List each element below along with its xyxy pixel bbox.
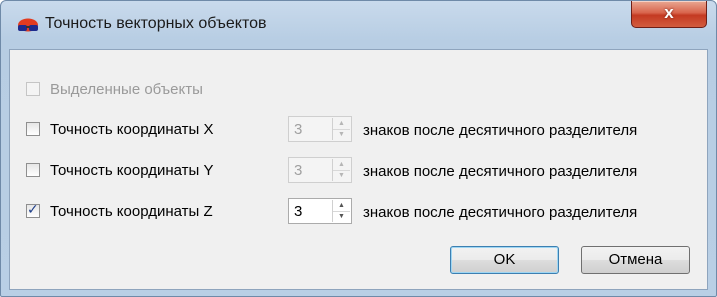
precision-y-spin-arrows: ▲ ▼ (332, 159, 350, 181)
precision-z-suffix: знаков после десятичного разделителя (363, 204, 638, 221)
ok-button[interactable]: OK (450, 246, 559, 274)
precision-y-checkbox[interactable] (26, 163, 40, 177)
window-title: Точность векторных объектов (45, 15, 267, 32)
spin-down-icon[interactable]: ▼ (333, 211, 350, 222)
cancel-button[interactable]: Отмена (581, 246, 690, 274)
close-icon: x (664, 3, 674, 22)
precision-z-value: 3 (294, 203, 303, 220)
precision-y-label: Точность координаты Y (50, 162, 214, 179)
precision-x-suffix: знаков после десятичного разделителя (363, 122, 638, 139)
stereo-glasses-icon (18, 18, 38, 32)
precision-x-spinbox[interactable]: 3 ▲ ▼ (288, 116, 352, 142)
precision-y-spinbox[interactable]: 3 ▲ ▼ (288, 157, 352, 183)
precision-y-value: 3 (294, 162, 303, 179)
close-button[interactable]: x (631, 1, 707, 28)
precision-z-spinbox[interactable]: 3 ▲ ▼ (288, 198, 352, 224)
dialog-body: Выделенные объекты Точность координаты X… (9, 49, 708, 290)
precision-x-spin-arrows: ▲ ▼ (332, 118, 350, 140)
selected-objects-checkbox[interactable] (26, 82, 40, 96)
precision-x-checkbox[interactable] (26, 122, 40, 136)
selected-objects-label: Выделенные объекты (50, 81, 203, 98)
title-bar[interactable]: Точность векторных объектов x (1, 1, 716, 49)
spin-down-icon[interactable]: ▼ (333, 170, 350, 181)
dialog-window: Точность векторных объектов x Выделенные… (0, 0, 717, 297)
precision-x-value: 3 (294, 121, 303, 138)
spin-down-icon[interactable]: ▼ (333, 129, 350, 140)
precision-z-label: Точность координаты Z (50, 203, 213, 220)
precision-z-spin-arrows: ▲ ▼ (332, 200, 350, 222)
precision-y-suffix: знаков после десятичного разделителя (363, 163, 638, 180)
precision-x-label: Точность координаты X (50, 121, 214, 138)
precision-z-checkbox[interactable] (26, 201, 40, 218)
